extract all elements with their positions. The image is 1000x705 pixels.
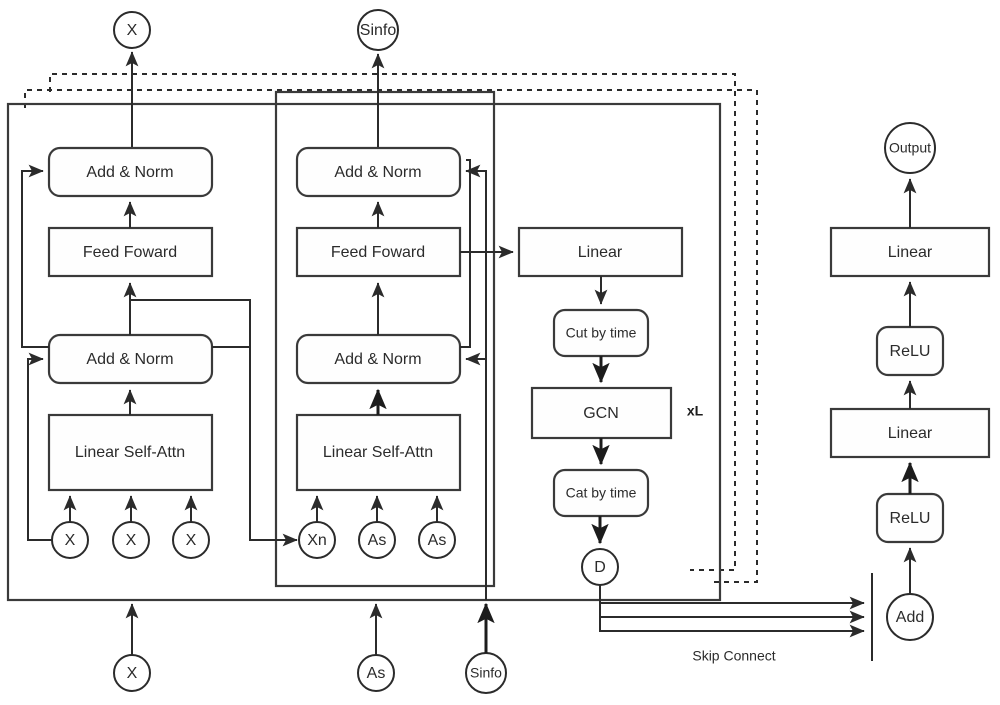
edge-residual-dec (460, 159, 471, 348)
box-encoder-addnorm-bottom: Add & Norm (47, 333, 214, 385)
box-encoder-addnorm-top: Add & Norm (47, 146, 214, 198)
node-decoder-in-1-label: Xn (307, 532, 327, 549)
box-head-linear-bottom-label: Linear (888, 425, 933, 442)
box-encoder-selfattn-label: Linear Self-Attn (75, 444, 185, 461)
box-gcn-linear-label: Linear (578, 244, 623, 261)
node-output-x-label: X (127, 22, 138, 39)
box-decoder-selfattn-label: Linear Self-Attn (323, 444, 433, 461)
node-encoder-in-1-label: X (65, 532, 76, 549)
box-head-linear-top: Linear (829, 226, 991, 278)
node-output-sinfo: Sinfo (357, 9, 399, 51)
box-gcn-gcn: GCN (530, 386, 673, 440)
box-head-relu-top-label: ReLU (890, 343, 931, 360)
edge-skip-3 (599, 585, 865, 638)
node-bottom-in-x-label: X (127, 665, 138, 682)
node-encoder-in-1: X (51, 521, 89, 559)
node-bottom-in-as-label: As (367, 665, 386, 682)
node-decoder-in-1: Xn (298, 521, 336, 559)
node-output-sinfo-label: Sinfo (360, 22, 397, 39)
box-gcn-linear: Linear (517, 226, 684, 278)
box-decoder-addnorm-bottom-label: Add & Norm (334, 351, 421, 368)
box-decoder-addnorm-top: Add & Norm (295, 146, 462, 198)
node-gcn-out-d: D (581, 548, 619, 586)
box-encoder-selfattn: Linear Self-Attn (47, 413, 214, 492)
node-bottom-in-sinfo: Sinfo (465, 652, 507, 694)
node-decoder-in-3: As (418, 521, 456, 559)
box-encoder-addnorm-top-label: Add & Norm (86, 164, 173, 181)
node-encoder-in-2: X (112, 521, 150, 559)
diagram-canvas: X Add & Norm Feed Foward Add & Norm Line… (0, 0, 1000, 705)
box-head-relu-bottom: ReLU (875, 492, 945, 544)
box-head-linear-top-label: Linear (888, 244, 933, 261)
architecture-diagram: X Add & Norm Feed Foward Add & Norm Line… (6, 9, 991, 694)
box-encoder-feedforward: Feed Foward (47, 226, 214, 278)
box-head-relu-bottom-label: ReLU (890, 510, 931, 527)
node-gcn-out-d-label: D (594, 559, 606, 576)
node-decoder-in-2: As (358, 521, 396, 559)
label-repeat-xl: xL (687, 403, 704, 419)
box-decoder-addnorm-bottom: Add & Norm (295, 333, 462, 385)
node-head-output: Output (884, 122, 936, 174)
box-gcn-cat-label: Cat by time (566, 485, 637, 501)
node-head-add: Add (886, 593, 934, 641)
box-decoder-addnorm-top-label: Add & Norm (334, 164, 421, 181)
box-encoder-feedforward-label: Feed Foward (83, 244, 177, 261)
edge-encoder-to-xn (212, 346, 298, 547)
box-head-linear-bottom: Linear (829, 407, 991, 459)
box-head-relu-top: ReLU (875, 325, 945, 377)
box-decoder-feedforward: Feed Foward (295, 226, 462, 278)
box-gcn-cut-label: Cut by time (566, 325, 637, 341)
box-encoder-addnorm-bottom-label: Add & Norm (86, 351, 173, 368)
box-gcn-gcn-label: GCN (583, 405, 619, 422)
node-head-add-label: Add (896, 609, 924, 626)
edge-residual-enc-top (21, 164, 49, 348)
node-encoder-in-3: X (172, 521, 210, 559)
node-bottom-in-as: As (357, 654, 395, 692)
node-bottom-in-x: X (113, 654, 151, 692)
node-decoder-in-3-label: As (428, 532, 447, 549)
box-decoder-feedforward-label: Feed Foward (331, 244, 425, 261)
box-gcn-cut: Cut by time (552, 308, 650, 358)
node-bottom-in-sinfo-label: Sinfo (470, 665, 502, 681)
node-encoder-in-3-label: X (186, 532, 197, 549)
node-encoder-in-2-label: X (126, 532, 137, 549)
node-head-output-label: Output (889, 140, 931, 156)
box-gcn-cat: Cat by time (552, 468, 650, 518)
node-output-x: X (113, 11, 151, 49)
box-decoder-selfattn: Linear Self-Attn (295, 413, 462, 492)
label-skip-connect: Skip Connect (692, 648, 775, 664)
node-decoder-in-2-label: As (368, 532, 387, 549)
